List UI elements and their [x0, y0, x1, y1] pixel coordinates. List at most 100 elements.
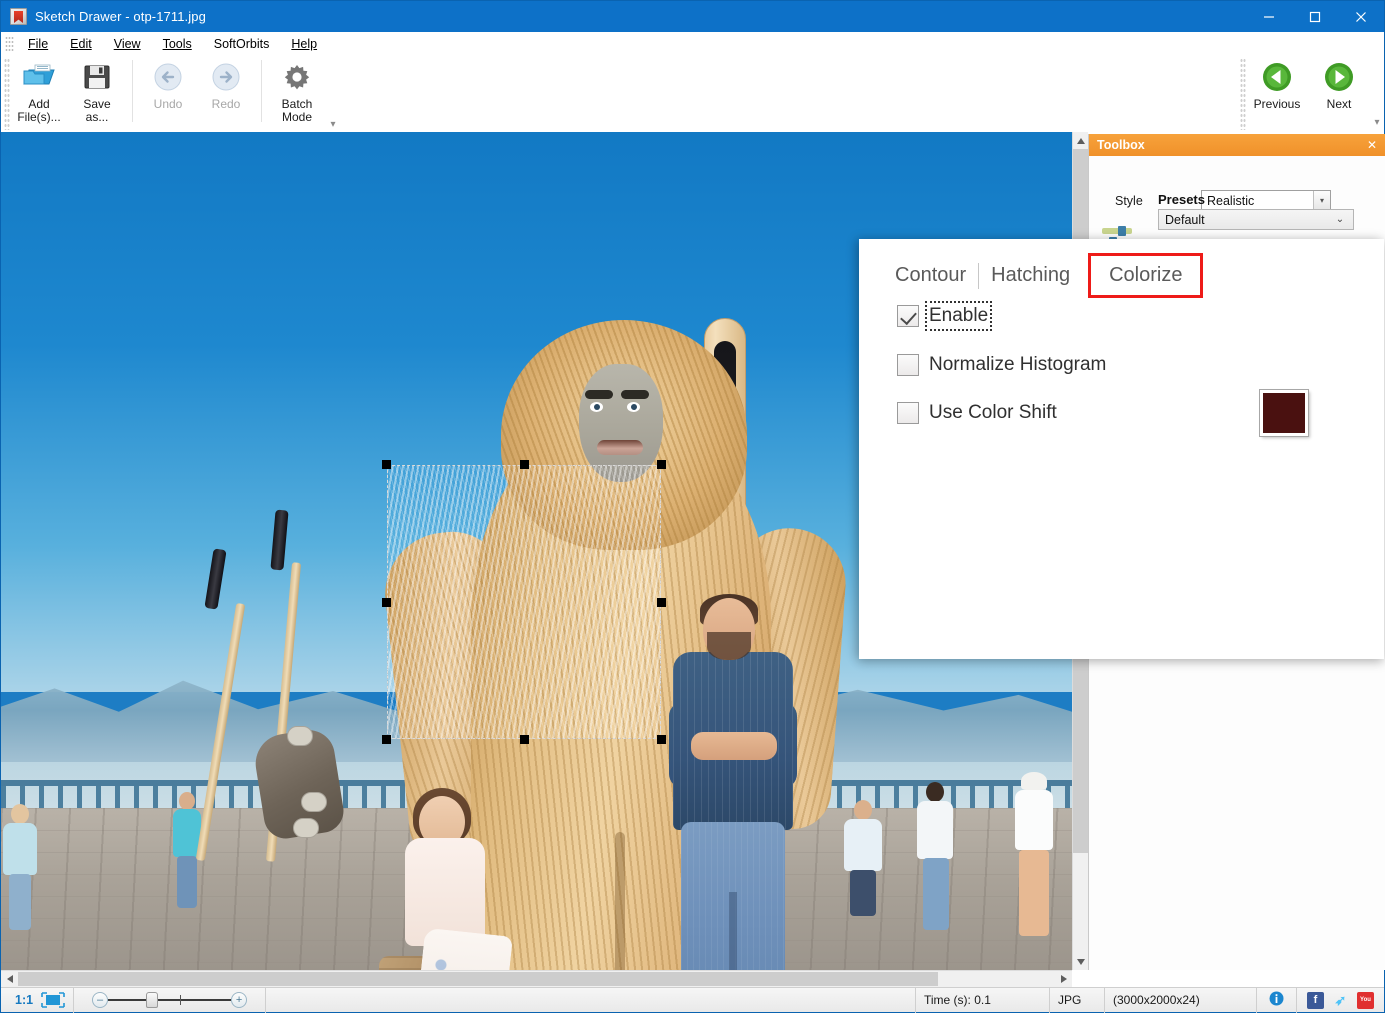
- window-controls: [1246, 1, 1384, 32]
- tourist-body: [844, 819, 882, 871]
- zoom-slider-thumb[interactable]: [146, 992, 158, 1008]
- menu-item-edit[interactable]: Edit: [59, 34, 103, 54]
- normalize-histogram-row[interactable]: Normalize Histogram: [897, 354, 1106, 376]
- save-as-button[interactable]: Save as...: [68, 56, 126, 128]
- selection-handle-n[interactable]: [520, 460, 529, 469]
- redo-button[interactable]: Redo: [197, 56, 255, 128]
- zoom-slider-cell: – +: [73, 988, 266, 1013]
- yeti-finger-1: [287, 726, 313, 746]
- menu-edit-label: Edit: [70, 37, 92, 51]
- add-files-button[interactable]: Add File(s)...: [10, 56, 68, 128]
- toolbox-close-icon[interactable]: ✕: [1367, 139, 1377, 151]
- undo-label: Undo: [154, 98, 183, 111]
- facebook-icon[interactable]: f: [1307, 992, 1324, 1009]
- toolbar-expander-left[interactable]: ▾: [326, 119, 340, 132]
- close-button[interactable]: [1338, 1, 1384, 32]
- effect-tabs: Contour Hatching Colorize: [885, 253, 1203, 298]
- effect-options-popup: Contour Hatching Colorize Enable Normali…: [859, 239, 1384, 659]
- scroll-right-button[interactable]: [1055, 971, 1072, 987]
- title-bar: Sketch Drawer - otp-1711.jpg: [1, 1, 1384, 32]
- selection-rectangle[interactable]: [387, 465, 661, 739]
- enable-checkbox[interactable]: [897, 305, 919, 327]
- zoom-slider[interactable]: – +: [82, 992, 257, 1008]
- presets-combobox[interactable]: Default ⌄: [1158, 209, 1354, 230]
- toolbar-expander-right[interactable]: ▾: [1370, 117, 1384, 130]
- zoom-track-right: [181, 999, 231, 1001]
- save-as-label-2: as...: [86, 111, 109, 124]
- next-button[interactable]: Next: [1308, 56, 1370, 128]
- menu-item-softorbits[interactable]: SoftOrbits: [203, 34, 281, 54]
- menu-item-file[interactable]: File: [17, 34, 59, 54]
- next-label: Next: [1327, 98, 1352, 111]
- twitter-icon[interactable]: ➶: [1332, 992, 1349, 1009]
- scroll-left-button[interactable]: [1, 971, 18, 987]
- presets-value: Default: [1159, 213, 1327, 227]
- previous-button[interactable]: Previous: [1246, 56, 1308, 128]
- selection-handle-nw[interactable]: [382, 460, 391, 469]
- tourist-legs: [923, 858, 949, 930]
- youtube-icon[interactable]: You: [1357, 992, 1374, 1009]
- tourist-body: [3, 823, 37, 875]
- menu-help-label: Help: [291, 37, 317, 51]
- toolbar-separator-1: [132, 60, 133, 122]
- tourist-head: [1021, 772, 1047, 790]
- selection-handle-sw[interactable]: [382, 735, 391, 744]
- menu-softorbits-label: SoftOrbits: [214, 37, 270, 51]
- info-cell: [1257, 988, 1297, 1013]
- minimize-button[interactable]: [1246, 1, 1292, 32]
- color-swatch-button[interactable]: [1260, 390, 1308, 436]
- chevron-down-icon[interactable]: ⌄: [1327, 214, 1353, 225]
- zoom-track-left: [108, 999, 146, 1001]
- save-as-label-1: Save: [83, 98, 110, 111]
- selection-handle-ne[interactable]: [657, 460, 666, 469]
- tab-contour[interactable]: Contour: [885, 258, 976, 293]
- use-color-shift-checkbox[interactable]: [897, 402, 919, 424]
- add-files-label-1: Add: [28, 98, 49, 111]
- use-color-shift-row[interactable]: Use Color Shift: [897, 402, 1057, 424]
- tab-hatching[interactable]: Hatching: [981, 258, 1080, 293]
- slider-track-1: [1102, 228, 1132, 234]
- selection-handle-se[interactable]: [657, 735, 666, 744]
- selection-handle-w[interactable]: [382, 598, 391, 607]
- menu-item-tools[interactable]: Tools: [152, 34, 203, 54]
- zoom-out-button[interactable]: –: [92, 992, 108, 1008]
- yeti-finger-3: [293, 818, 319, 838]
- format-cell: JPG: [1050, 988, 1105, 1013]
- toolbox-title: Toolbox: [1097, 138, 1145, 152]
- batch-mode-label-1: Batch: [282, 98, 313, 111]
- menu-item-help[interactable]: Help: [280, 34, 328, 54]
- selection-handle-s[interactable]: [520, 735, 529, 744]
- scroll-down-button[interactable]: [1073, 953, 1089, 970]
- scroll-up-button[interactable]: [1073, 132, 1089, 149]
- normalize-histogram-checkbox[interactable]: [897, 354, 919, 376]
- selection-handle-e[interactable]: [657, 598, 666, 607]
- maximize-button[interactable]: [1292, 1, 1338, 32]
- undo-button[interactable]: Undo: [139, 56, 197, 128]
- previous-label: Previous: [1254, 98, 1301, 111]
- undo-icon: [153, 60, 183, 94]
- add-files-icon: [22, 60, 56, 94]
- time-label: Time (s): 0.1: [924, 993, 991, 1007]
- use-color-shift-label: Use Color Shift: [929, 402, 1057, 424]
- tourist-head: [926, 782, 944, 802]
- tab-colorize[interactable]: Colorize: [1088, 253, 1203, 298]
- batch-mode-label-2: Mode: [282, 111, 312, 124]
- horizontal-scroll-thumb[interactable]: [18, 972, 938, 986]
- save-as-icon: [83, 60, 111, 94]
- zoom-in-button[interactable]: +: [231, 992, 247, 1008]
- info-icon[interactable]: [1269, 991, 1284, 1009]
- man-crossed-hands: [691, 732, 777, 760]
- tourist-legs: [177, 856, 197, 908]
- dimensions-label: (3000x2000x24): [1113, 993, 1200, 1007]
- fit-to-screen-icon[interactable]: [41, 992, 65, 1008]
- chevron-down-icon[interactable]: ▾: [1313, 191, 1330, 210]
- batch-mode-button[interactable]: Batch Mode: [268, 56, 326, 128]
- presets-label: Presets: [1158, 192, 1205, 207]
- yeti-mouth: [597, 440, 643, 455]
- canvas-horizontal-scrollbar[interactable]: [1, 970, 1072, 987]
- menu-item-view[interactable]: View: [103, 34, 152, 54]
- style-combobox[interactable]: Realistic ▾: [1201, 190, 1331, 211]
- previous-arrow-icon: [1261, 60, 1293, 94]
- enable-checkbox-row[interactable]: Enable: [897, 305, 988, 327]
- menu-grip-icon[interactable]: [5, 36, 14, 52]
